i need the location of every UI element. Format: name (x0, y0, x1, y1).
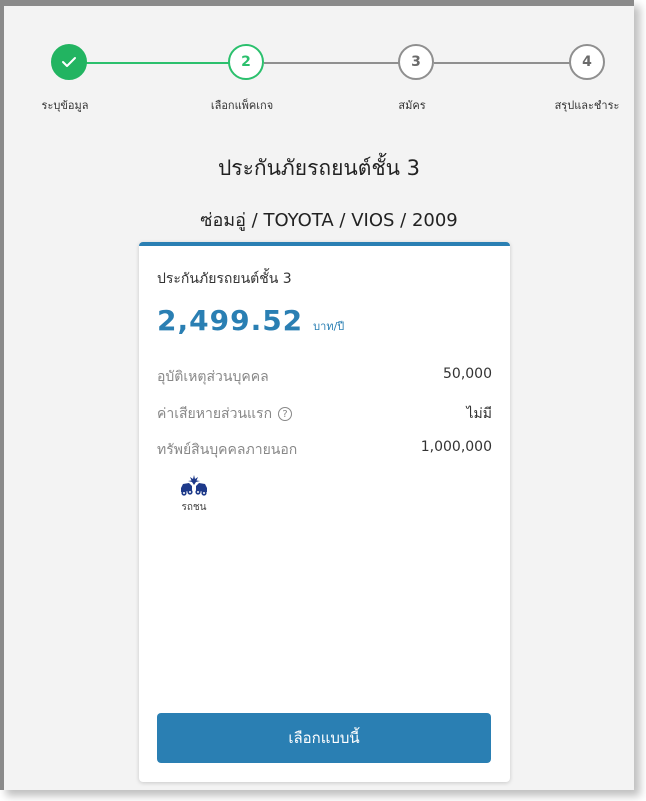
coverage-label: ค่าเสียหายส่วนแรก (157, 406, 273, 422)
feature-label: รถชน (181, 502, 207, 513)
coverage-value: 1,000,000 (420, 439, 492, 455)
plan-price: 2,499.52 บาท/ปี (157, 304, 344, 337)
coverage-value: ไม่มี (466, 406, 493, 422)
page-title: ประกันภัยรถยนต์ชั้น 3 (217, 156, 421, 180)
select-plan-button[interactable]: เลือกแบบนี้ (157, 713, 491, 763)
plan-name: ประกันภัยรถยนต์ชั้น 3 (157, 271, 292, 287)
step-2-current[interactable]: 2 (228, 44, 264, 80)
coverage-row: ค่าเสียหายส่วนแรก ? ไม่มี (157, 403, 492, 425)
coverage-label: อุบัติเหตุส่วนบุคคล (157, 369, 269, 385)
step-1-label: ระบุข้อมูล (41, 99, 89, 112)
price-value: 2,499.52 (157, 304, 304, 337)
feature-collision: รถชน (174, 474, 214, 515)
step-3-label: สมัคร (398, 99, 426, 112)
progress-stepper: 2 3 4 ระบุข้อมูล เลือกแพ็คเกจ สมัคร สรุป… (4, 6, 634, 126)
coverage-label: ทรัพย์สินบุคคลภายนอก (157, 442, 298, 458)
step-connector-3 (434, 62, 570, 64)
plan-card: ประกันภัยรถยนต์ชั้น 3 2,499.52 บาท/ปี อุ… (139, 242, 510, 782)
car-crash-icon (181, 475, 207, 496)
step-2-label: เลือกแพ็คเกจ (210, 99, 274, 112)
coverage-label-wrap: ค่าเสียหายส่วนแรก ? (157, 403, 293, 425)
step-1-complete[interactable] (51, 44, 87, 80)
step-3-pending: 3 (398, 44, 434, 80)
help-icon[interactable]: ? (278, 407, 293, 421)
app-window: 2 3 4 ระบุข้อมูล เลือกแพ็คเกจ สมัคร สรุป… (0, 0, 634, 790)
coverage-value: 50,000 (443, 366, 492, 382)
check-icon (62, 57, 76, 67)
step-4-label: สรุปและชำระ (554, 99, 620, 112)
step-connector-2 (264, 62, 400, 64)
coverage-row: อุบัติเหตุส่วนบุคคล 50,000 (157, 366, 492, 388)
vehicle-summary: ซ่อมอู่ / TOYOTA / VIOS / 2009 (200, 210, 458, 231)
price-unit: บาท/ปี (313, 320, 345, 333)
coverage-row: ทรัพย์สินบุคคลภายนอก 1,000,000 (157, 439, 492, 461)
step-4-pending: 4 (569, 44, 605, 80)
